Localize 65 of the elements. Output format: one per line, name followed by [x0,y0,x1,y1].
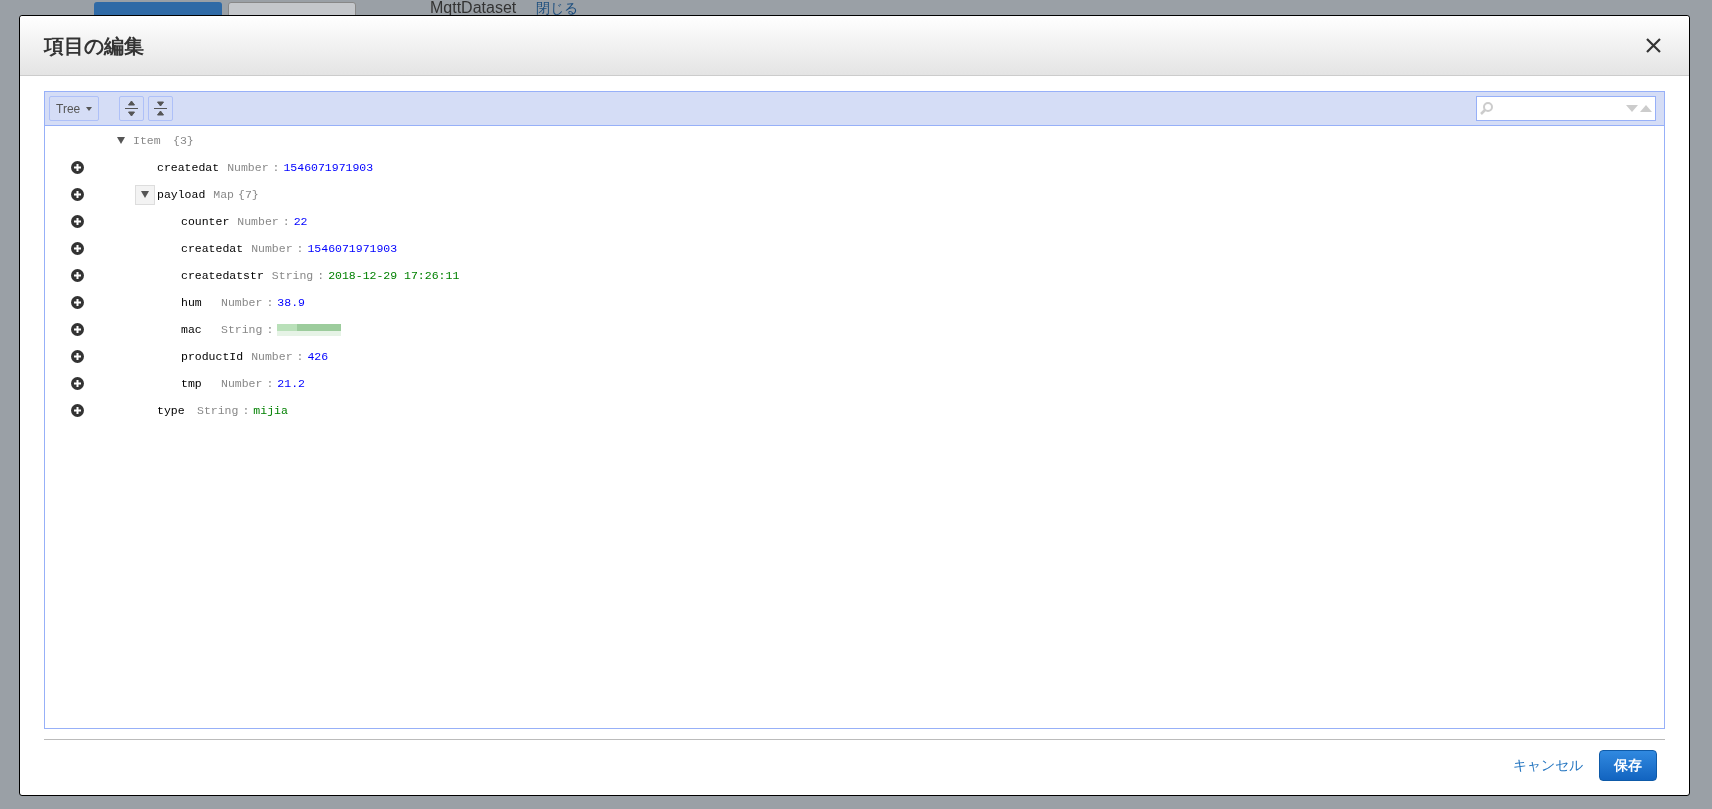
field-name[interactable]: createdat [157,158,220,177]
plus-circle-icon[interactable] [70,161,84,174]
field-value[interactable]: 21.2 [277,374,305,393]
separator: : [242,402,250,419]
plus-circle-icon[interactable] [70,323,84,336]
separator: : [296,348,304,365]
save-button[interactable]: 保存 [1599,750,1657,781]
field-name[interactable]: createdat [181,239,244,258]
plus-circle-icon[interactable] [70,269,84,282]
field-type: Number [251,348,293,365]
field-type: String [221,321,263,338]
field-value[interactable]: 22 [293,212,308,231]
dataset-name: MqttDataset [430,0,517,18]
field-value[interactable]: 1546071971903 [283,158,374,177]
field-value[interactable]: 1546071971903 [307,239,398,258]
field-name[interactable]: mac [181,320,213,339]
plus-circle-icon[interactable] [70,215,84,228]
field-value[interactable]: 38.9 [277,293,305,312]
item-count: {3} [173,132,194,149]
expand-all-icon [125,101,139,116]
field-name[interactable]: payload [157,185,206,204]
item-count: {7} [238,186,259,203]
plus-circle-icon[interactable] [70,377,84,390]
separator: : [296,240,304,257]
collapse-triangle-icon[interactable] [141,191,149,198]
field-name[interactable]: tmp [181,374,213,393]
field-type: String [197,402,239,419]
separator: : [272,159,280,176]
cancel-link[interactable]: キャンセル [1513,755,1583,776]
plus-circle-icon[interactable] [70,188,84,201]
field-type: Number [251,240,293,257]
collapse-all-icon [154,101,168,116]
field-type: Map [213,186,235,203]
plus-circle-icon[interactable] [70,242,84,255]
field-name: Item [133,132,162,149]
field-type: Number [221,294,263,311]
separator: : [266,375,274,392]
plus-circle-icon[interactable] [70,296,84,309]
field-value[interactable]: 2018-12-29 17:26:11 [328,266,460,285]
dialog-title: 項目の編集 [44,33,144,59]
field-type: Number [237,213,279,230]
toggle-button[interactable] [135,184,155,205]
expand-all-button[interactable] [119,96,145,121]
field-name[interactable]: createdatstr [181,266,264,285]
close-icon[interactable] [1646,38,1661,53]
field-name[interactable]: counter [181,212,230,231]
caret-icon [86,106,93,111]
field-value[interactable]: mijia [253,401,288,420]
search-icon [1480,102,1493,115]
field-name[interactable]: productId [181,347,244,366]
separator: : [317,267,325,284]
mode-dropdown[interactable]: Tree [49,96,100,121]
field-type: Number [227,159,269,176]
field-name[interactable]: type [157,401,189,420]
separator: : [282,213,290,230]
separator: : [266,294,274,311]
field-name[interactable]: hum [181,293,213,312]
collapse-triangle-icon[interactable] [117,137,125,144]
field-value[interactable]: 426 [307,347,329,366]
field-type: Number [221,375,263,392]
field-type: String [271,267,314,284]
separator: : [266,321,274,338]
collapse-all-button[interactable] [148,96,174,121]
plus-circle-icon[interactable] [70,404,84,417]
plus-circle-icon[interactable] [70,350,84,363]
